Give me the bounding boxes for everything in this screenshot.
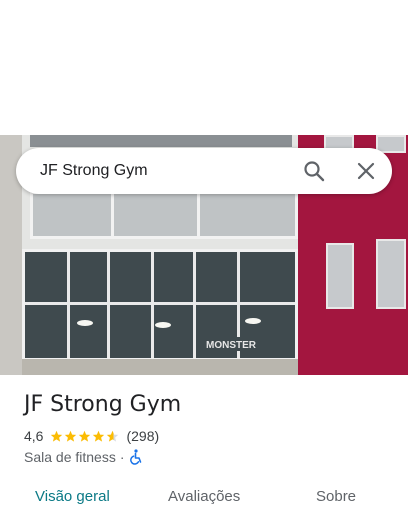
ceiling-light — [77, 320, 93, 326]
star-icon — [51, 430, 63, 442]
place-category: Sala de fitness — [24, 449, 116, 465]
separator-dot: · — [119, 449, 125, 465]
review-count[interactable]: (298) — [126, 428, 159, 444]
category-row: Sala de fitness · — [24, 448, 143, 466]
star-icon — [65, 430, 77, 442]
star-icon — [93, 430, 105, 442]
place-title: JF Strong Gym — [24, 392, 182, 417]
gym-sign: MONSTER — [198, 337, 264, 351]
rating-value: 4,6 — [24, 428, 44, 444]
place-tabs: Visão geral Avaliações Sobre — [0, 484, 408, 510]
upper-windows — [30, 191, 298, 239]
ceiling-light — [245, 318, 261, 324]
window-rail — [25, 302, 295, 305]
close-button[interactable] — [354, 159, 378, 183]
search-button[interactable] — [302, 159, 326, 183]
window-mullion — [107, 252, 110, 358]
red-wall-window — [376, 239, 406, 309]
gym-sign-text: MONSTER — [206, 340, 257, 351]
ceiling-light — [155, 322, 171, 328]
rating-row[interactable]: 4,6 (298) — [24, 427, 159, 445]
search-query[interactable]: JF Strong Gym — [40, 162, 148, 180]
wheelchair-icon — [129, 449, 141, 465]
window-mullion — [193, 252, 196, 358]
blank-top-area — [0, 0, 408, 135]
star-icon — [107, 430, 119, 442]
window-mullion — [67, 252, 70, 358]
close-icon — [357, 162, 375, 180]
building-base — [22, 359, 298, 375]
tab-about[interactable]: Sobre — [316, 488, 356, 505]
red-wall-window — [326, 243, 354, 309]
tab-reviews[interactable]: Avaliações — [168, 488, 240, 505]
roof-strip — [30, 135, 292, 147]
star-icon — [79, 430, 91, 442]
star-rating — [50, 430, 120, 443]
window-mullion — [151, 252, 154, 358]
search-icon — [304, 161, 325, 182]
search-bar[interactable]: JF Strong Gym — [16, 148, 392, 194]
tab-overview[interactable]: Visão geral — [35, 488, 110, 505]
